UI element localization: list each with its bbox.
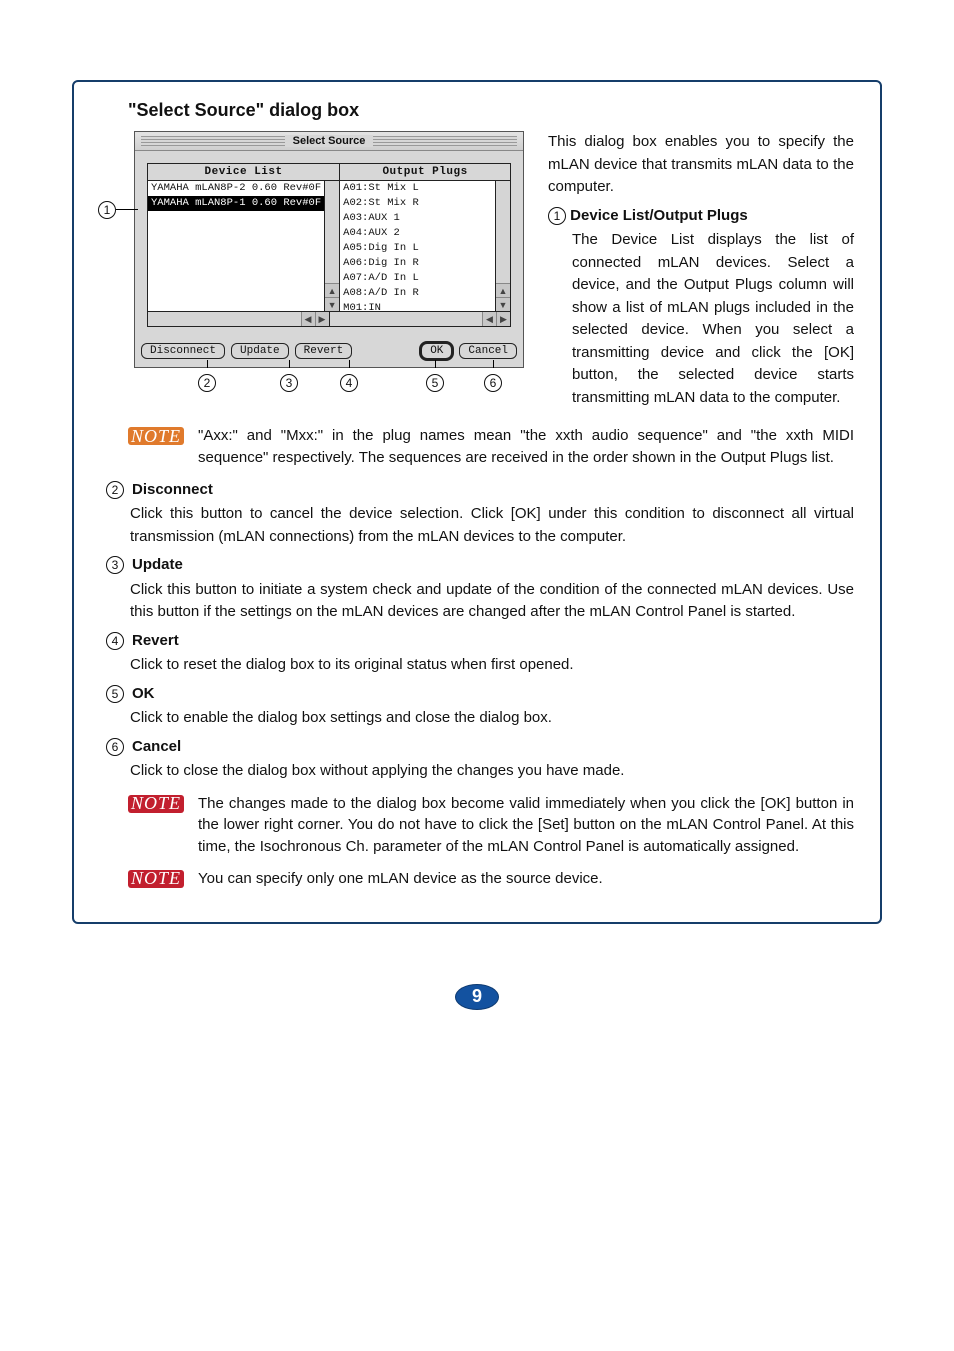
item-2-title: Disconnect — [132, 479, 213, 502]
revert-button[interactable]: Revert — [295, 343, 353, 359]
callout-ref-3: 3 — [106, 556, 124, 574]
plug-row[interactable]: A02:St Mix R — [340, 196, 495, 211]
select-source-dialog: Select Source Device List YAMAHA mLAN8P-… — [134, 131, 524, 368]
device-row[interactable]: YAMAHA mLAN8P-2 0.60 Rev#0F — [148, 181, 324, 196]
callout-ref-1: 1 — [548, 207, 566, 225]
scroll-down-icon[interactable]: ▼ — [325, 297, 339, 311]
plug-row[interactable]: A01:St Mix L — [340, 181, 495, 196]
item-3-body: Click this button to initiate a system c… — [130, 579, 854, 624]
scroll-left-icon[interactable]: ◀ — [301, 312, 315, 326]
page-number: 9 — [455, 984, 499, 1010]
note-3: You can specify only one mLAN device as … — [198, 868, 854, 890]
device-list-hscroll[interactable]: ◀ ▶ — [148, 312, 330, 326]
item-1-title: Device List/Output Plugs — [570, 207, 748, 224]
update-button[interactable]: Update — [231, 343, 289, 359]
item-5-title: OK — [132, 683, 155, 706]
note-badge: NOTE — [128, 795, 184, 813]
cancel-button[interactable]: Cancel — [459, 343, 517, 359]
dialog-titlebar: Select Source — [135, 132, 523, 151]
item-4-body: Click to reset the dialog box to its ori… — [130, 654, 854, 677]
callout-marker-6: 6 — [484, 374, 502, 392]
device-list-content[interactable]: YAMAHA mLAN8P-2 0.60 Rev#0F YAMAHA mLAN8… — [148, 181, 325, 311]
note-badge: NOTE — [128, 870, 184, 888]
plugs-hscroll[interactable]: ◀ ▶ — [330, 312, 511, 326]
section-heading: "Select Source" dialog box — [128, 100, 854, 121]
device-list[interactable]: YAMAHA mLAN8P-2 0.60 Rev#0F YAMAHA mLAN8… — [148, 181, 339, 311]
note-2: The changes made to the dialog box becom… — [198, 793, 854, 858]
output-plugs-list[interactable]: A01:St Mix L A02:St Mix R A03:AUX 1 A04:… — [340, 181, 510, 311]
scroll-right-icon[interactable]: ▶ — [315, 312, 329, 326]
callout-numbers-row: 2 3 4 5 6 — [134, 374, 522, 400]
scroll-up-icon[interactable]: ▲ — [496, 283, 510, 297]
device-list-header: Device List — [148, 164, 339, 181]
callout-ref-2: 2 — [106, 481, 124, 499]
item-5-body: Click to enable the dialog box settings … — [130, 707, 854, 730]
scroll-down-icon[interactable]: ▼ — [496, 297, 510, 311]
device-row[interactable]: YAMAHA mLAN8P-1 0.60 Rev#0F — [148, 196, 324, 211]
dialog-title: Select Source — [285, 135, 374, 147]
scroll-right-icon[interactable]: ▶ — [496, 312, 510, 326]
item-1-body: The Device List displays the list of con… — [572, 229, 854, 409]
disconnect-button[interactable]: Disconnect — [141, 343, 225, 359]
dialog-screenshot: 1 Select Source Device List — [100, 131, 522, 415]
callout-ref-6: 6 — [106, 738, 124, 756]
callout-marker-5: 5 — [426, 374, 444, 392]
output-plugs-header: Output Plugs — [340, 164, 510, 181]
device-list-vscroll[interactable]: ▲ ▼ — [325, 181, 339, 311]
intro-paragraph: This dialog box enables you to specify t… — [548, 131, 854, 199]
callout-ref-5: 5 — [106, 685, 124, 703]
callout-marker-2: 2 — [198, 374, 216, 392]
plug-row[interactable]: A05:Dig In L — [340, 241, 495, 256]
callout-marker-4: 4 — [340, 374, 358, 392]
plug-row[interactable]: A04:AUX 2 — [340, 226, 495, 241]
plug-row[interactable]: A06:Dig In R — [340, 256, 495, 271]
note-badge: NOTE — [128, 427, 184, 445]
item-4-title: Revert — [132, 630, 179, 653]
plug-row[interactable]: A08:A/D In R — [340, 286, 495, 301]
scroll-left-icon[interactable]: ◀ — [482, 312, 496, 326]
plugs-vscroll[interactable]: ▲ ▼ — [496, 181, 510, 311]
ok-button[interactable]: OK — [421, 343, 452, 359]
scroll-up-icon[interactable]: ▲ — [325, 283, 339, 297]
plug-row[interactable]: M01:IN — [340, 301, 495, 311]
item-2-body: Click this button to cancel the device s… — [130, 503, 854, 548]
note-1: "Axx:" and "Mxx:" in the plug names mean… — [198, 425, 854, 469]
item-6-title: Cancel — [132, 736, 181, 759]
item-6-body: Click to close the dialog box without ap… — [130, 760, 854, 783]
item-3-title: Update — [132, 554, 183, 577]
leader-line — [116, 209, 138, 210]
plug-row[interactable]: A03:AUX 1 — [340, 211, 495, 226]
document-frame: "Select Source" dialog box 1 Select Sour… — [72, 80, 882, 924]
callout-ref-4: 4 — [106, 632, 124, 650]
output-plugs-content[interactable]: A01:St Mix L A02:St Mix R A03:AUX 1 A04:… — [340, 181, 496, 311]
plug-row[interactable]: A07:A/D In L — [340, 271, 495, 286]
callout-marker-3: 3 — [280, 374, 298, 392]
callout-marker-1: 1 — [98, 201, 116, 219]
